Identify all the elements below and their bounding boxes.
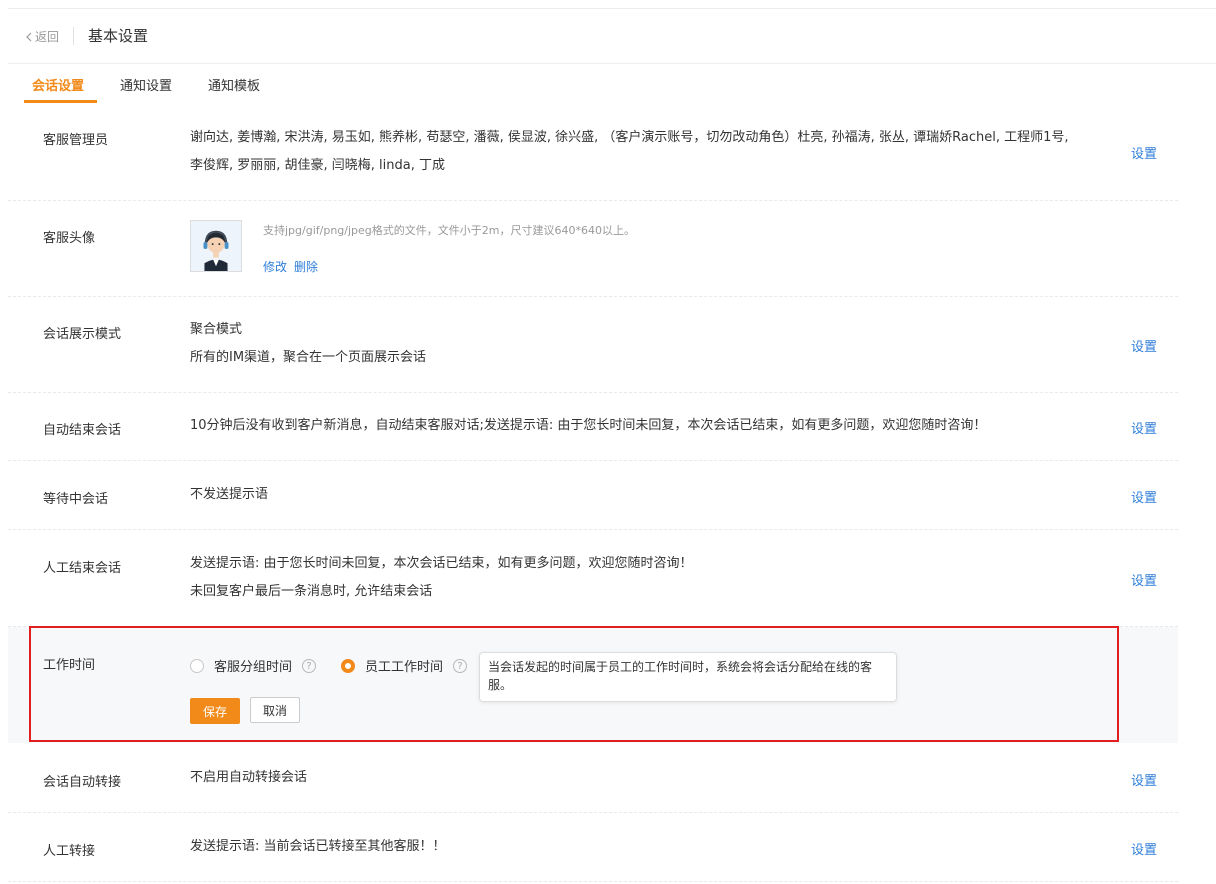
admins-line-2: 李俊辉, 罗丽丽, 胡佳豪, 闫晓梅, linda, 丁成 [190,158,446,173]
setting-row-display-mode: 会话展示模式 聚合模式 所有的IM渠道，聚合在一个页面展示会话 设置 [8,296,1178,393]
header-divider [73,27,74,45]
setting-row-admins: 客服管理员 谢向达, 姜博瀚, 宋洪涛, 易玉如, 熊养彬, 苟瑟空, 潘薇, … [8,104,1178,201]
back-button[interactable]: 返回 [26,28,59,45]
settings-tabs: 会话设置 通知设置 通知模板 [8,63,1216,104]
setting-label: 人工结束会话 [43,561,122,576]
waiting-set-link[interactable]: 设置 [1131,487,1157,506]
setting-label: 会话自动转接 [43,775,122,790]
avatar-upload-hint: 支持jpg/gif/png/jpeg格式的文件，文件小于2m，尺寸建议640*6… [263,224,635,237]
manual-end-set-link[interactable]: 设置 [1131,570,1157,589]
highlight-box [29,626,1119,742]
setting-label: 客服头像 [43,231,96,246]
avatar-delete-link[interactable]: 删除 [294,258,318,275]
agent-avatar-icon [191,221,241,271]
display-mode-value: 聚合模式 [190,322,243,337]
setting-row-auto-end: 自动结束会话 10分钟后没有收到客户新消息，自动结束客服对话;发送提示语: 由于… [8,392,1178,461]
page-header: 返回 基本设置 [8,9,1216,64]
setting-row-auto-transfer: 会话自动转接 不启用自动转接会话 设置 [8,743,1178,813]
setting-label: 等待中会话 [43,492,109,507]
manual-end-line-1: 发送提示语: 由于您长时间未回复，本次会话已结束，如有更多问题，欢迎您随时咨询！ [190,556,693,571]
setting-label: 客服管理员 [43,133,109,148]
auto-transfer-description: 不启用自动转接会话 [190,770,308,785]
setting-row-manual-end: 人工结束会话 发送提示语: 由于您长时间未回复，本次会话已结束，如有更多问题，欢… [8,529,1178,627]
admins-list: 谢向达, 姜博瀚, 宋洪涛, 易玉如, 熊养彬, 苟瑟空, 潘薇, 侯显波, 徐… [190,124,1120,180]
avatar [190,220,242,272]
display-mode-content: 聚合模式 所有的IM渠道，聚合在一个页面展示会话 [190,316,1120,372]
display-mode-description: 所有的IM渠道，聚合在一个页面展示会话 [190,350,427,365]
manual-end-line-2: 未回复客户最后一条消息时, 允许结束会话 [190,584,433,599]
chevron-left-icon [26,32,32,41]
manual-end-content: 发送提示语: 由于您长时间未回复，本次会话已结束，如有更多问题，欢迎您随时咨询！… [190,550,1120,606]
setting-label: 人工转接 [43,844,96,859]
setting-label: 自动结束会话 [43,423,122,438]
display-mode-set-link[interactable]: 设置 [1131,336,1157,355]
auto-transfer-set-link[interactable]: 设置 [1131,770,1157,789]
setting-label: 会话展示模式 [43,327,122,342]
tab-notification-settings[interactable]: 通知设置 [120,75,172,94]
admins-line-1: 谢向达, 姜博瀚, 宋洪涛, 易玉如, 熊养彬, 苟瑟空, 潘薇, 侯显波, 徐… [190,130,1069,145]
tab-notification-templates[interactable]: 通知模板 [208,75,260,94]
manual-transfer-description: 发送提示语: 当前会话已转接至其他客服！！ [190,839,446,854]
auto-end-description: 10分钟后没有收到客户新消息，自动结束客服对话;发送提示语: 由于您长时间未回复… [190,418,987,433]
back-label: 返回 [35,30,60,44]
active-tab-indicator [24,100,97,103]
page-title: 基本设置 [88,27,149,45]
manual-transfer-set-link[interactable]: 设置 [1131,839,1157,858]
setting-row-avatar: 客服头像 支持jpg/gif/png/jpeg格式的文件，文件小于2m，尺寸建议… [8,200,1178,297]
waiting-description: 不发送提示语 [190,487,269,502]
admins-set-link[interactable]: 设置 [1131,143,1157,162]
auto-end-set-link[interactable]: 设置 [1131,418,1157,437]
avatar-edit-link[interactable]: 修改 [263,258,287,275]
setting-row-manual-transfer: 人工转接 发送提示语: 当前会话已转接至其他客服！！ 设置 [8,812,1178,882]
tab-session-settings[interactable]: 会话设置 [32,75,84,94]
setting-row-waiting: 等待中会话 不发送提示语 设置 [8,460,1178,530]
